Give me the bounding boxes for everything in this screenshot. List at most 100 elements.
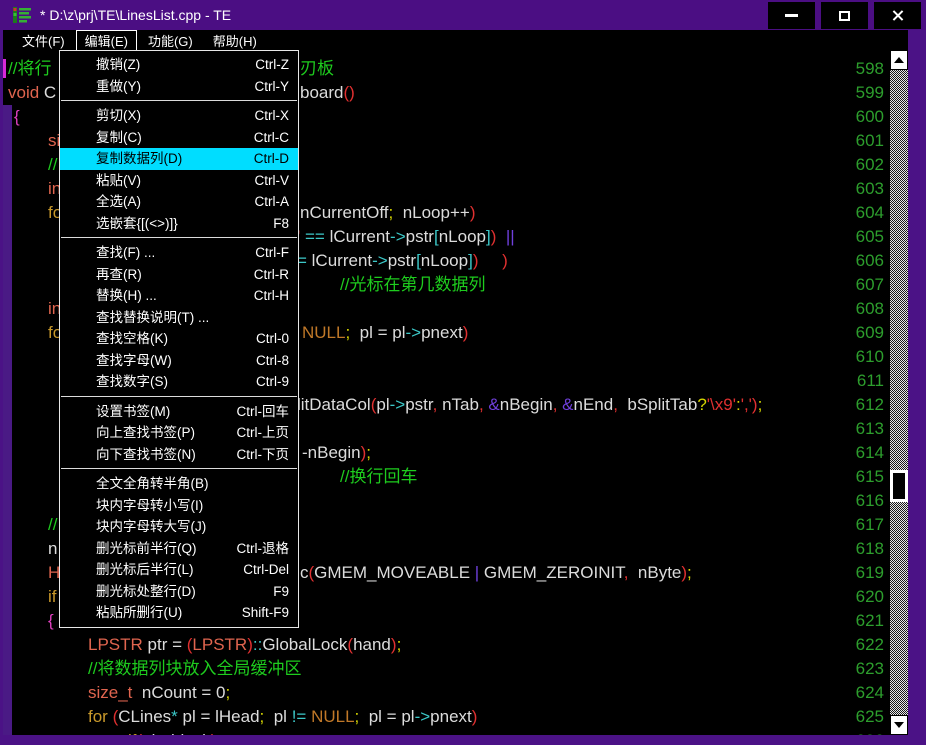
menu-item-label: 查找(F) ... bbox=[96, 242, 155, 264]
menu-separator bbox=[61, 100, 297, 101]
menu-item[interactable]: 设置书签(M) Ctrl-回车 bbox=[60, 401, 298, 423]
app-window: * D:\z\prj\TE\LinesList.cpp - TE 文件(F)编辑… bbox=[0, 0, 926, 745]
menu-item[interactable]: 撤销(Z)Ctrl-Z bbox=[60, 54, 298, 76]
menu-item-label: 粘贴(V) bbox=[96, 170, 141, 192]
scroll-up-button[interactable] bbox=[890, 50, 908, 70]
menu-item-shortcut: Ctrl-8 bbox=[256, 350, 289, 372]
menubar-item[interactable]: 功能(G) bbox=[139, 30, 202, 51]
menu-item-label: 删光标处整行(D) bbox=[96, 581, 196, 603]
menubar-item[interactable]: 编辑(E) bbox=[76, 30, 137, 51]
menu-item[interactable]: 重做(Y)Ctrl-Y bbox=[60, 76, 298, 98]
menu-item-label: 块内字母转小写(I) bbox=[96, 495, 203, 517]
menu-item-shortcut: Ctrl-退格 bbox=[237, 538, 290, 560]
code-line: LPSTR ptr = (LPSTR)::GlobalLock(hand); bbox=[3, 633, 838, 657]
line-number: 613 bbox=[840, 417, 884, 441]
menu-item-label: 删光标后半行(L) bbox=[96, 559, 194, 581]
app-icon bbox=[12, 5, 32, 25]
line-number: 611 bbox=[840, 369, 884, 393]
window-controls bbox=[768, 2, 921, 29]
code-line: size_t nCount = 0; bbox=[3, 681, 838, 705]
code-line: //将数据列块放入全局缓冲区 bbox=[3, 657, 838, 681]
menu-item[interactable]: 查找空格(K)Ctrl-0 bbox=[60, 328, 298, 350]
menu-separator bbox=[61, 396, 297, 397]
menu-item-shortcut: Ctrl-A bbox=[255, 191, 290, 213]
line-number: 602 bbox=[840, 153, 884, 177]
menubar-item[interactable]: 文件(F) bbox=[13, 30, 74, 51]
menu-item-shortcut: Ctrl-X bbox=[255, 105, 290, 127]
line-number: 612 bbox=[840, 393, 884, 417]
menu-item[interactable]: 替换(H) ...Ctrl-H bbox=[60, 285, 298, 307]
menu-item[interactable]: 查找替换说明(T) ... bbox=[60, 307, 298, 329]
line-number: 601 bbox=[840, 129, 884, 153]
menu-item[interactable]: 删光标前半行(Q) Ctrl-退格 bbox=[60, 538, 298, 560]
menu-item[interactable]: 全选(A)Ctrl-A bbox=[60, 191, 298, 213]
line-number: 604 bbox=[840, 201, 884, 225]
menu-item[interactable]: 向上查找书签(P) Ctrl-上页 bbox=[60, 422, 298, 444]
line-number: 606 bbox=[840, 249, 884, 273]
menu-item-label: 设置书签(M) bbox=[96, 401, 170, 423]
arrow-down-icon bbox=[894, 722, 904, 728]
menu-item[interactable]: 块内字母转小写(I) bbox=[60, 495, 298, 517]
menu-item-shortcut: Ctrl-回车 bbox=[237, 401, 290, 423]
menu-separator bbox=[61, 237, 297, 238]
menu-item-label: 向上查找书签(P) bbox=[96, 422, 195, 444]
menu-item-shortcut: Ctrl-下页 bbox=[237, 444, 290, 466]
menu-item[interactable]: 查找(F) ...Ctrl-F bbox=[60, 242, 298, 264]
menu-item-label: 查找替换说明(T) ... bbox=[96, 307, 209, 329]
menu-item-shortcut: Ctrl-0 bbox=[256, 328, 289, 350]
scrollbar-thumb[interactable] bbox=[890, 470, 908, 502]
menu-item-label: 全文全角转半角(B) bbox=[96, 473, 209, 495]
menu-item-shortcut: Ctrl-H bbox=[254, 285, 289, 307]
maximize-button[interactable] bbox=[821, 2, 868, 29]
menubar-item[interactable]: 帮助(H) bbox=[204, 30, 266, 51]
menu-item-shortcut: Ctrl-上页 bbox=[237, 422, 290, 444]
menu-item[interactable]: 删光标处整行(D) F9 bbox=[60, 581, 298, 603]
menu-item[interactable]: 全文全角转半角(B) bbox=[60, 473, 298, 495]
menu-item-shortcut: Ctrl-C bbox=[254, 127, 289, 149]
menu-item[interactable]: 选嵌套{[(<>)]}F8 bbox=[60, 213, 298, 235]
menu-item[interactable]: 粘贴所删行(U)Shift-F9 bbox=[60, 602, 298, 624]
menu-item-label: 剪切(X) bbox=[96, 105, 141, 127]
menu-item-label: 块内字母转大写(J) bbox=[96, 516, 206, 538]
menu-item-label: 复制(C) bbox=[96, 127, 142, 149]
line-number: 626 bbox=[840, 729, 884, 735]
line-number: 605 bbox=[840, 225, 884, 249]
minimize-icon bbox=[785, 14, 798, 17]
menu-item-shortcut: F9 bbox=[273, 581, 289, 603]
menu-item[interactable]: 块内字母转大写(J) bbox=[60, 516, 298, 538]
menu-item-shortcut: Ctrl-V bbox=[255, 170, 290, 192]
menu-item[interactable]: 粘贴(V) Ctrl-V bbox=[60, 170, 298, 192]
menu-item[interactable]: 复制数据列(D)Ctrl-D bbox=[60, 148, 298, 170]
line-number: 617 bbox=[840, 513, 884, 537]
scroll-down-button[interactable] bbox=[890, 715, 908, 735]
menu-item-shortcut: F8 bbox=[273, 213, 289, 235]
menu-item-shortcut: Ctrl-R bbox=[254, 264, 289, 286]
menu-item[interactable]: 再查(R)Ctrl-R bbox=[60, 264, 298, 286]
menubar: 文件(F)编辑(E)功能(G)帮助(H) bbox=[3, 30, 908, 50]
menu-item-shortcut: Shift-F9 bbox=[242, 602, 289, 624]
line-number: 615 bbox=[840, 465, 884, 489]
menu-item[interactable]: 删光标后半行(L)Ctrl-Del bbox=[60, 559, 298, 581]
line-number: 618 bbox=[840, 537, 884, 561]
line-number: 600 bbox=[840, 105, 884, 129]
menu-item[interactable]: 复制(C) Ctrl-C bbox=[60, 127, 298, 149]
menu-item-label: 撤销(Z) bbox=[96, 54, 140, 76]
menu-item[interactable]: 查找数字(S)Ctrl-9 bbox=[60, 371, 298, 393]
code-line: if(pl->block) bbox=[3, 729, 838, 735]
maximize-icon bbox=[839, 11, 850, 21]
line-number: 609 bbox=[840, 321, 884, 345]
window-title: * D:\z\prj\TE\LinesList.cpp - TE bbox=[40, 7, 231, 23]
close-button[interactable] bbox=[874, 2, 921, 29]
line-number: 619 bbox=[840, 561, 884, 585]
menu-item-label: 删光标前半行(Q) bbox=[96, 538, 197, 560]
minimize-button[interactable] bbox=[768, 2, 815, 29]
menu-item[interactable]: 剪切(X) Ctrl-X bbox=[60, 105, 298, 127]
line-number: 623 bbox=[840, 657, 884, 681]
close-icon bbox=[891, 9, 904, 22]
menu-item[interactable]: 向下查找书签(N)Ctrl-下页 bbox=[60, 444, 298, 466]
menu-item-shortcut: Ctrl-Y bbox=[255, 76, 290, 98]
vertical-scrollbar[interactable] bbox=[890, 50, 908, 735]
menu-item[interactable]: 查找字母(W)Ctrl-8 bbox=[60, 350, 298, 372]
code-editor[interactable]: //将行刃板void Cboard(){si//infonCurrentOff;… bbox=[3, 50, 908, 735]
menu-item-shortcut: Ctrl-D bbox=[254, 148, 289, 170]
